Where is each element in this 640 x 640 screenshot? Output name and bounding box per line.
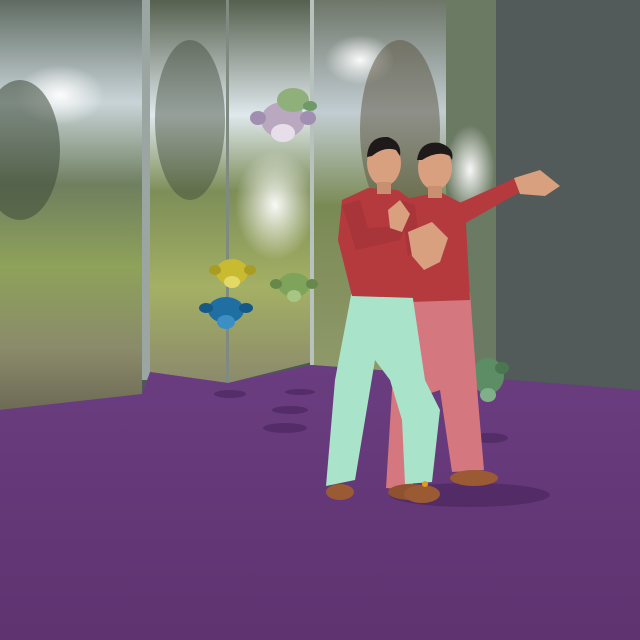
- panel-seam-1: [142, 0, 150, 380]
- figure-front-shoe-right: [404, 485, 440, 503]
- floor: [0, 365, 640, 640]
- gray-wall-right: [496, 0, 640, 390]
- figure-front-shoe-left: [326, 484, 354, 500]
- figure-back-shoe-right: [450, 470, 498, 486]
- sky-glow-2: [235, 150, 315, 260]
- figure-back-neck: [428, 186, 442, 198]
- rendered-3d-scene: [0, 0, 640, 640]
- panel-seam-3: [310, 0, 314, 365]
- foliage-2: [155, 40, 225, 200]
- figure-front-neck: [377, 182, 391, 194]
- figure-front-shoe-marker: [422, 481, 428, 487]
